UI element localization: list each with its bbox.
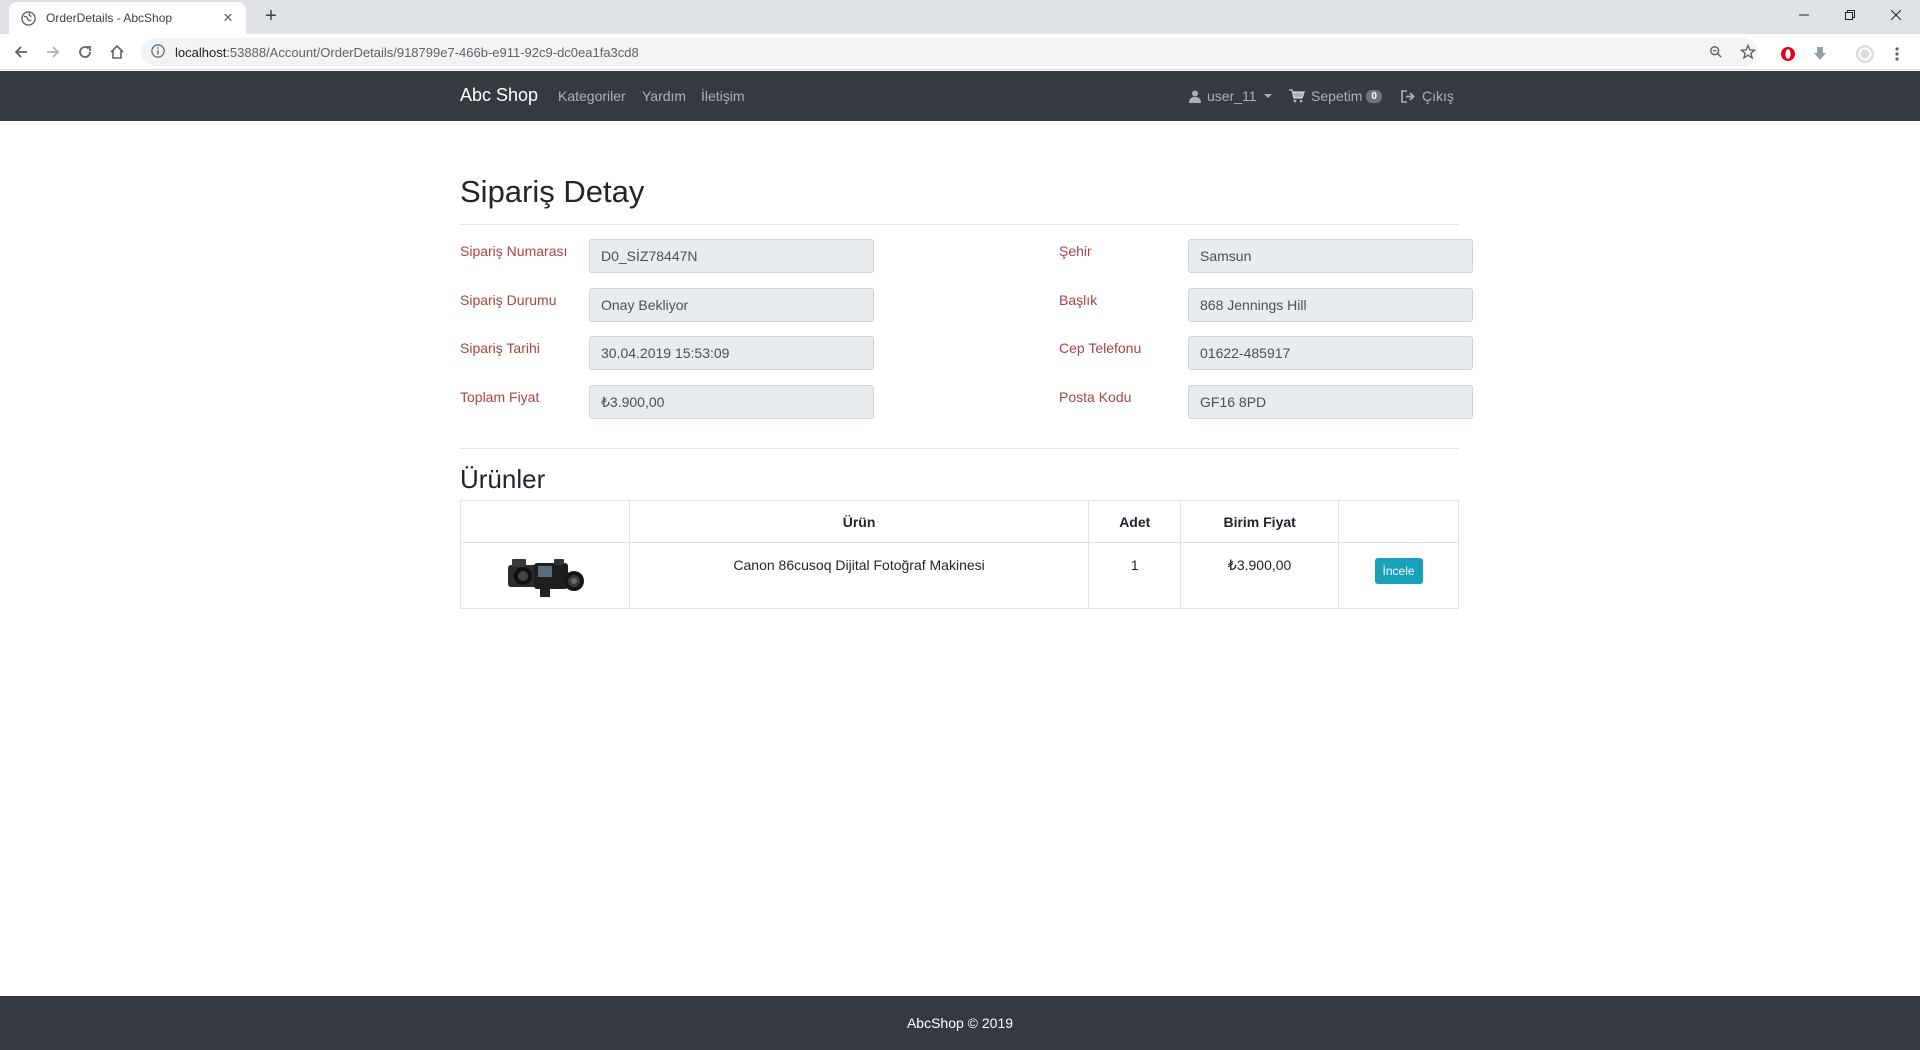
product-image-cell (460, 542, 630, 609)
nav-link-contact[interactable]: İletişim (701, 88, 745, 104)
bookmark-star-icon[interactable] (1736, 38, 1760, 66)
products-table: Ürün Adet Birim Fiyat Canon 86cusoq Diji… (460, 500, 1459, 609)
tab-close-icon[interactable]: ✕ (220, 10, 236, 26)
postal-code-field[interactable] (1188, 385, 1473, 419)
forward-icon[interactable] (41, 40, 65, 64)
url-path: :53888/Account/OrderDetails/918799e7-466… (226, 44, 639, 60)
page-title: Sipariş Detay (460, 174, 645, 209)
inspect-product-button[interactable]: İncele (1374, 558, 1423, 584)
opera-extension-icon[interactable] (1776, 40, 1800, 68)
products-section-title: Ürünler (460, 464, 546, 494)
browser-menu-icon[interactable] (1885, 40, 1909, 68)
divider (460, 448, 1459, 449)
product-quantity-cell: 1 (1088, 542, 1182, 609)
brand-link[interactable]: Abc Shop (460, 85, 538, 106)
site-footer: AbcShop © 2019 (0, 996, 1920, 1050)
table-header-row: Ürün Adet Birim Fiyat (460, 500, 1459, 543)
cart-count-badge: 0 (1366, 89, 1382, 103)
chevron-down-icon (1263, 94, 1272, 98)
user-dropdown[interactable]: user_11 (1189, 88, 1272, 104)
nav-link-help[interactable]: Yardım (642, 88, 686, 104)
sign-out-icon (1401, 89, 1415, 103)
cart-link[interactable]: Sepetim 0 (1289, 88, 1382, 104)
postal-code-label: Posta Kodu (1059, 389, 1132, 405)
column-header-unit-price: Birim Fiyat (1180, 500, 1340, 543)
product-action-cell: İncele (1338, 542, 1459, 609)
minimize-icon[interactable] (1781, 0, 1827, 30)
column-header-product: Ürün (628, 500, 1090, 543)
logout-label: Çıkış (1422, 88, 1454, 104)
address-title-label: Başlık (1059, 292, 1098, 308)
order-number-field[interactable] (589, 239, 874, 273)
order-date-field[interactable] (589, 336, 874, 370)
browser-tabbar: OrderDetails - AbcShop ✕ + (0, 0, 1920, 34)
cart-icon (1289, 89, 1305, 103)
mobile-phone-label: Cep Telefonu (1059, 340, 1142, 356)
new-tab-button[interactable]: + (260, 5, 282, 27)
column-header-quantity: Adet (1088, 500, 1182, 543)
restore-icon[interactable] (1827, 0, 1873, 30)
product-name-cell: Canon 86cusoq Dijital Fotoğraf Makinesi (628, 542, 1090, 609)
tab-title: OrderDetails - AbcShop (46, 11, 173, 25)
browser-toolbar: localhost:53888/Account/OrderDetails/918… (0, 34, 1920, 70)
close-window-icon[interactable] (1873, 0, 1919, 30)
url-host: localhost (175, 44, 227, 60)
product-price-cell: ₺3.900,00 (1180, 542, 1340, 609)
home-icon[interactable] (105, 40, 129, 64)
table-row: Canon 86cusoq Dijital Fotoğraf Makinesi … (460, 542, 1459, 609)
user-icon (1189, 90, 1201, 103)
site-navbar: Abc Shop Kategoriler Yardım İletişim use… (0, 71, 1920, 121)
city-field[interactable] (1188, 239, 1473, 273)
total-price-label: Toplam Fiyat (460, 389, 540, 405)
order-date-label: Sipariş Tarihi (460, 340, 540, 356)
camera-product-image[interactable] (504, 553, 586, 599)
mobile-phone-field[interactable] (1188, 336, 1473, 370)
back-icon[interactable] (9, 40, 33, 64)
logout-link[interactable]: Çıkış (1401, 88, 1454, 104)
city-label: Şehir (1059, 243, 1092, 259)
divider (460, 224, 1459, 225)
info-icon[interactable] (151, 44, 167, 60)
address-bar[interactable]: localhost:53888/Account/OrderDetails/918… (141, 38, 1758, 66)
profile-avatar-icon[interactable] (1853, 40, 1877, 68)
globe-icon (21, 10, 36, 26)
download-extension-icon[interactable] (1808, 40, 1832, 68)
column-header-actions (1338, 500, 1459, 543)
order-status-label: Sipariş Durumu (460, 292, 557, 308)
reload-icon[interactable] (73, 40, 97, 64)
order-status-field[interactable] (589, 288, 874, 322)
column-header-image (460, 500, 630, 543)
order-number-label: Sipariş Numarası (460, 243, 568, 259)
browser-tab[interactable]: OrderDetails - AbcShop ✕ (9, 2, 246, 34)
user-name: user_11 (1207, 88, 1257, 104)
zoom-icon[interactable] (1704, 38, 1728, 66)
address-title-field[interactable] (1188, 288, 1473, 322)
total-price-field[interactable] (589, 385, 874, 419)
nav-link-categories[interactable]: Kategoriler (558, 88, 626, 104)
footer-copyright: AbcShop © 2019 (906, 1015, 1014, 1031)
cart-label: Sepetim (1311, 88, 1363, 104)
